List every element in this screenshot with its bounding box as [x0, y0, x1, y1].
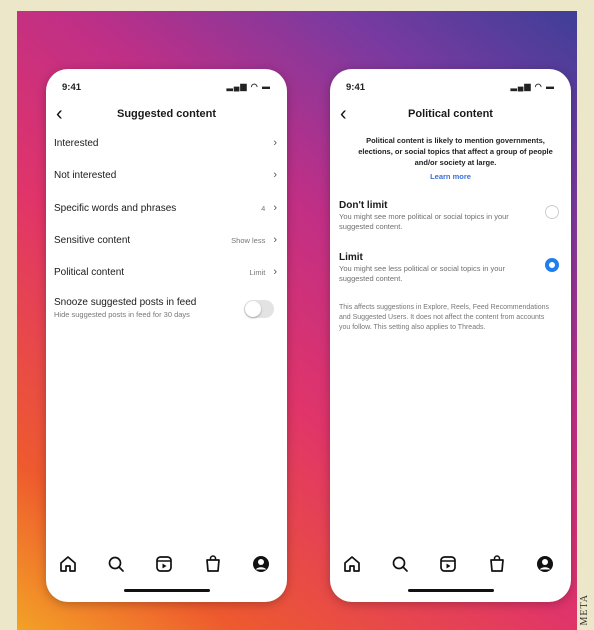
signal-wifi-battery-icon: ▂▄▆ ◠ ▬ — [510, 82, 555, 91]
info-note: This affects suggestions in Explore, Ree… — [339, 304, 549, 331]
chevron-right-icon: › — [273, 234, 277, 246]
option-description: You might see more political or social t… — [339, 212, 509, 231]
reels-icon[interactable] — [154, 554, 174, 574]
profile-icon[interactable] — [535, 554, 555, 574]
row-label: Not interested — [54, 169, 117, 181]
snooze-toggle[interactable] — [244, 300, 274, 318]
gradient-background: 9:41 ▂▄▆ ◠ ▬ ‹ Suggested content Interes… — [17, 11, 577, 630]
chevron-right-icon: › — [273, 137, 277, 149]
row-not-interested[interactable]: Not interested › — [54, 165, 277, 185]
option-title: Don't limit — [339, 200, 388, 211]
row-political-content[interactable]: Political content Limit › — [54, 262, 277, 282]
radio-limit[interactable] — [545, 258, 559, 272]
profile-icon[interactable] — [251, 554, 271, 574]
page-title: Political content — [408, 108, 493, 120]
home-icon[interactable] — [342, 554, 362, 574]
snooze-title: Snooze suggested posts in feed — [54, 297, 197, 308]
photo-credit: META — [579, 594, 590, 626]
nav-bar: ‹ Political content — [330, 103, 571, 127]
status-time: 9:41 — [346, 82, 366, 93]
signal-wifi-battery-icon: ▂▄▆ ◠ ▬ — [226, 82, 271, 91]
row-label: Specific words and phrases — [54, 202, 177, 214]
tab-bar — [330, 554, 571, 574]
chevron-right-icon: › — [273, 202, 277, 214]
shop-icon[interactable] — [203, 554, 223, 574]
status-bar: 9:41 ▂▄▆ ◠ ▬ — [62, 82, 271, 96]
status-bar: 9:41 ▂▄▆ ◠ ▬ — [346, 82, 555, 96]
status-time: 9:41 — [62, 82, 82, 93]
row-label: Sensitive content — [54, 234, 131, 246]
search-icon[interactable] — [390, 554, 410, 574]
tab-bar — [46, 554, 287, 574]
chevron-right-icon: › — [273, 266, 277, 278]
page-title: Suggested content — [116, 108, 216, 120]
radio-dont-limit[interactable] — [545, 205, 559, 219]
reels-icon[interactable] — [438, 554, 458, 574]
home-indicator[interactable] — [408, 589, 494, 592]
search-icon[interactable] — [106, 554, 126, 574]
learn-more-link[interactable]: Learn more — [330, 172, 571, 181]
row-value: 4 — [261, 203, 266, 213]
home-indicator[interactable] — [124, 589, 210, 592]
phone-political-content: 9:41 ▂▄▆ ◠ ▬ ‹ Political content Politic… — [330, 69, 571, 602]
option-limit[interactable]: Limit You might see less political or so… — [339, 252, 529, 284]
row-label: Political content — [54, 266, 125, 278]
row-specific-words[interactable]: Specific words and phrases 4 › — [54, 198, 277, 218]
home-icon[interactable] — [58, 554, 78, 574]
phone-suggested-content: 9:41 ▂▄▆ ◠ ▬ ‹ Suggested content Interes… — [46, 69, 287, 602]
toggle-knob — [245, 301, 261, 317]
row-interested[interactable]: Interested › — [54, 133, 277, 153]
shop-icon[interactable] — [487, 554, 507, 574]
option-dont-limit[interactable]: Don't limit You might see more political… — [339, 200, 529, 232]
option-title: Limit — [339, 252, 363, 263]
chevron-right-icon: › — [273, 169, 277, 181]
option-description: You might see less political or social t… — [339, 264, 506, 283]
row-sensitive-content[interactable]: Sensitive content Show less › — [54, 230, 277, 250]
snooze-subtitle: Hide suggested posts in feed for 30 days — [54, 310, 190, 319]
nav-bar: ‹ Suggested content — [46, 103, 287, 127]
snooze-setting: Snooze suggested posts in feed Hide sugg… — [54, 297, 244, 319]
intro-text: Political content is likely to mention g… — [358, 136, 553, 167]
row-value: Show less — [231, 235, 266, 245]
row-value: Limit — [249, 267, 266, 277]
row-label: Interested — [54, 137, 99, 149]
